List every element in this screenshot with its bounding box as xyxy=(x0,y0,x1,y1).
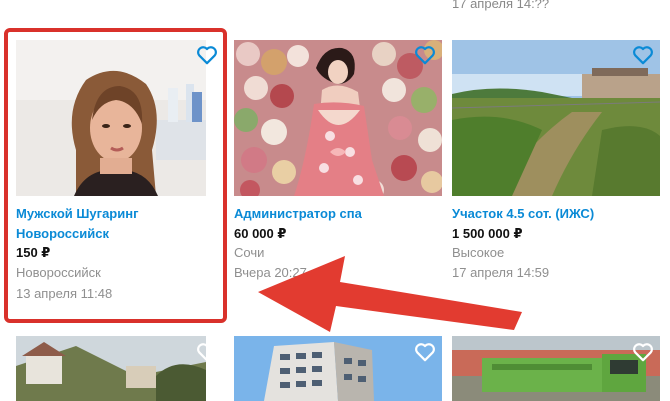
annotation-arrow xyxy=(258,256,522,332)
